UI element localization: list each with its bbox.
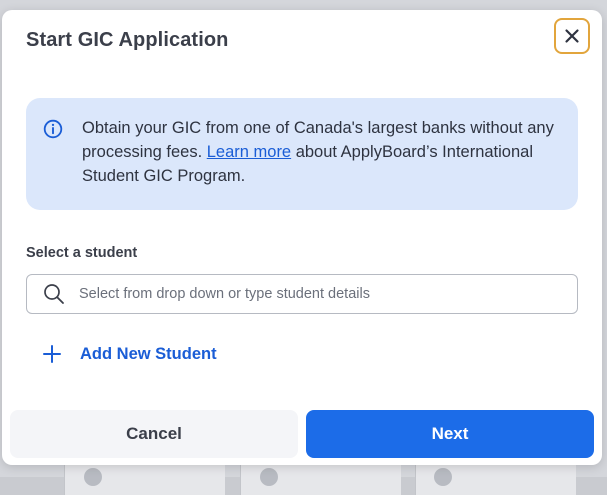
add-new-student-button[interactable]: Add New Student xyxy=(42,340,217,368)
student-search-box[interactable] xyxy=(26,274,578,314)
plus-icon xyxy=(43,345,61,363)
info-text: Obtain your GIC from one of Canada's lar… xyxy=(82,116,572,188)
start-gic-modal: Start GIC Application Obtain your GIC fr… xyxy=(2,10,602,465)
learn-more-link[interactable]: Learn more xyxy=(207,143,291,161)
next-button[interactable]: Next xyxy=(306,410,594,458)
close-button[interactable] xyxy=(554,18,590,54)
info-banner: Obtain your GIC from one of Canada's lar… xyxy=(26,98,578,210)
close-icon xyxy=(565,29,579,43)
select-student-label: Select a student xyxy=(26,245,138,261)
modal-title: Start GIC Application xyxy=(26,29,229,51)
info-icon xyxy=(43,119,63,139)
background-avatar xyxy=(260,468,278,486)
background-avatar xyxy=(434,468,452,486)
cancel-button[interactable]: Cancel xyxy=(10,410,298,458)
search-icon xyxy=(44,284,64,304)
student-search-input[interactable] xyxy=(79,275,559,313)
add-new-student-label: Add New Student xyxy=(80,344,217,363)
background-avatar xyxy=(84,468,102,486)
